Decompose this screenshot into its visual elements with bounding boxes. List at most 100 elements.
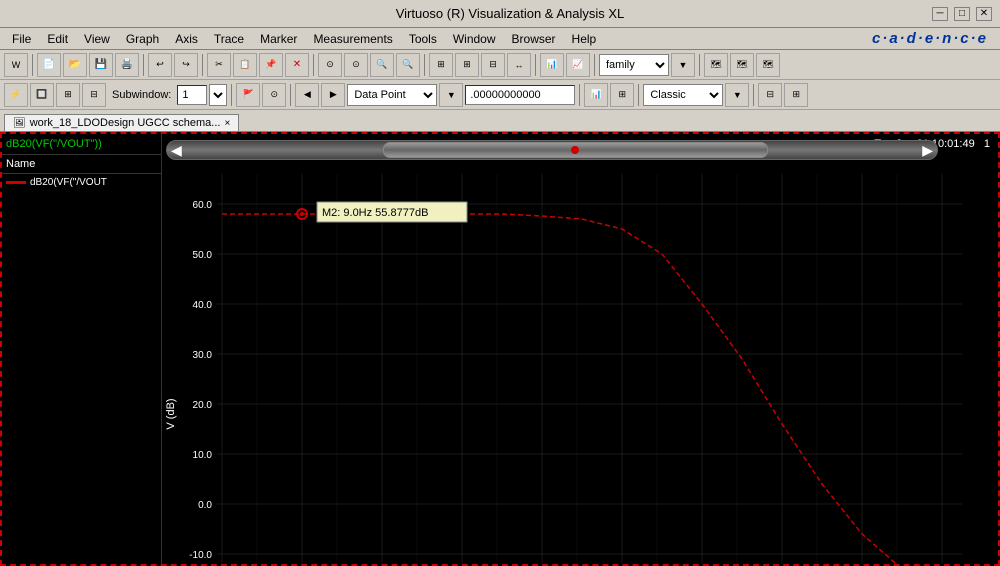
sep-7 xyxy=(594,54,595,76)
main-tab[interactable]: 🖼 work_18_LDODesign UGCC schema... × xyxy=(4,114,239,131)
legend-color-swatch xyxy=(6,181,26,184)
tb-icon-13[interactable]: ⊙ xyxy=(344,53,368,77)
tb-icon-15[interactable]: 🔍 xyxy=(396,53,420,77)
datapoint-select[interactable]: Data Point xyxy=(347,84,437,106)
family-select[interactable]: family xyxy=(599,54,669,76)
tb-icon-18[interactable]: ⊟ xyxy=(481,53,505,77)
classic-select[interactable]: Classic xyxy=(643,84,723,106)
legend-header: Name xyxy=(2,155,161,174)
menu-help[interactable]: Help xyxy=(564,30,605,48)
tb-icon-22[interactable]: 🗺 xyxy=(704,53,728,77)
tb-icon-2[interactable]: 📄 xyxy=(37,53,61,77)
sep2-3 xyxy=(579,84,580,106)
menu-measurements[interactable]: Measurements xyxy=(305,30,400,48)
plot-area: Tue Jun 21 10:01:49 1 ◀ ▶ xyxy=(162,134,998,564)
tb2-icon-7[interactable]: ◀ xyxy=(295,83,319,107)
legend-panel: dB20(VF("/VOUT")) Name dB20(VF("/VOUT xyxy=(2,134,162,564)
sep-1 xyxy=(32,54,33,76)
tb-icon-8[interactable]: ✂ xyxy=(207,53,231,77)
tb2-icon-4[interactable]: ⊟ xyxy=(82,83,106,107)
sep-2 xyxy=(143,54,144,76)
scroll-left-arrow[interactable]: ◀ xyxy=(171,142,182,159)
tb-icon-7[interactable]: ↪ xyxy=(174,53,198,77)
subwindow-input[interactable] xyxy=(177,85,207,105)
svg-text:0.0: 0.0 xyxy=(198,500,212,511)
menu-file[interactable]: File xyxy=(4,30,39,48)
tb-icon-4[interactable]: 💾 xyxy=(89,53,113,77)
tb-icon-6[interactable]: ↩ xyxy=(148,53,172,77)
tb2-classic-btn[interactable]: ▼ xyxy=(725,83,749,107)
tb-icon-16[interactable]: ⊞ xyxy=(429,53,453,77)
tb2-icon-10[interactable]: ⊞ xyxy=(610,83,634,107)
maximize-button[interactable]: □ xyxy=(954,7,970,21)
menu-tools[interactable]: Tools xyxy=(401,30,445,48)
svg-text:50.0: 50.0 xyxy=(193,250,213,261)
tb-icon-14[interactable]: 🔍 xyxy=(370,53,394,77)
svg-text:30.0: 30.0 xyxy=(193,350,213,361)
sep-5 xyxy=(424,54,425,76)
tb2-icon-11[interactable]: ⊟ xyxy=(758,83,782,107)
tab-close-button[interactable]: × xyxy=(224,118,230,129)
tb-icon-10[interactable]: 📌 xyxy=(259,53,283,77)
subwindow-label: Subwindow: xyxy=(108,89,175,101)
frequency-plot: 60.0 50.0 40.0 30.0 20.0 10.0 0.0 -10.0 … xyxy=(162,164,998,564)
close-button[interactable]: ✕ xyxy=(976,7,992,21)
coord-input[interactable] xyxy=(465,85,575,105)
scrollbar-thumb[interactable] xyxy=(383,142,768,158)
tb-icon-5[interactable]: 🖨️ xyxy=(115,53,139,77)
sep-6 xyxy=(535,54,536,76)
tb2-datapoint-btn[interactable]: ▼ xyxy=(439,83,463,107)
menu-edit[interactable]: Edit xyxy=(39,30,76,48)
tb-icon-12[interactable]: ⊙ xyxy=(318,53,342,77)
app-title: Virtuoso (R) Visualization & Analysis XL xyxy=(88,6,932,21)
sep-3 xyxy=(202,54,203,76)
cadence-logo: c·a·d·e·n·c·e xyxy=(872,30,996,48)
svg-text:20.0: 20.0 xyxy=(193,400,213,411)
tb-icon-23[interactable]: 🗺 xyxy=(730,53,754,77)
tb-icon-21[interactable]: 📈 xyxy=(566,53,590,77)
tb2-icon-8[interactable]: ▶ xyxy=(321,83,345,107)
tb-icon-19[interactable]: ↔ xyxy=(507,53,531,77)
subwindow-select[interactable]: ▼ xyxy=(209,84,227,106)
sep2-5 xyxy=(753,84,754,106)
tb-icon-11[interactable]: ✕ xyxy=(285,53,309,77)
menu-graph[interactable]: Graph xyxy=(118,30,167,48)
menu-axis[interactable]: Axis xyxy=(167,30,206,48)
tb2-icon-6[interactable]: ⊙ xyxy=(262,83,286,107)
legend-item-label: dB20(VF("/VOUT xyxy=(30,177,107,188)
menu-view[interactable]: View xyxy=(76,30,118,48)
tb2-icon-1[interactable]: ⚡ xyxy=(4,83,28,107)
tb2-icon-5[interactable]: 🚩 xyxy=(236,83,260,107)
menu-window[interactable]: Window xyxy=(445,30,504,48)
tb2-icon-2[interactable]: 🔲 xyxy=(30,83,54,107)
title-bar: Virtuoso (R) Visualization & Analysis XL… xyxy=(0,0,1000,28)
menu-browser[interactable]: Browser xyxy=(504,30,564,48)
tb-icon-24[interactable]: 🗺 xyxy=(756,53,780,77)
toolbar-1: W 📄 📂 💾 🖨️ ↩ ↪ ✂ 📋 📌 ✕ ⊙ ⊙ 🔍 🔍 ⊞ ⊞ ⊟ ↔ 📊… xyxy=(0,50,1000,80)
minimize-button[interactable]: ─ xyxy=(932,7,948,21)
tab-bar: 🖼 work_18_LDODesign UGCC schema... × xyxy=(0,110,1000,132)
toolbar-2: ⚡ 🔲 ⊞ ⊟ Subwindow: ▼ 🚩 ⊙ ◀ ▶ Data Point … xyxy=(0,80,1000,110)
tb-family-btn[interactable]: ▼ xyxy=(671,53,695,77)
menu-trace[interactable]: Trace xyxy=(206,30,252,48)
svg-text:40.0: 40.0 xyxy=(193,300,213,311)
sep2-2 xyxy=(290,84,291,106)
tb-icon-17[interactable]: ⊞ xyxy=(455,53,479,77)
svg-text:-10.0: -10.0 xyxy=(189,550,212,561)
tb2-icon-12[interactable]: ⊞ xyxy=(784,83,808,107)
scroll-right-arrow[interactable]: ▶ xyxy=(922,142,933,159)
menu-marker[interactable]: Marker xyxy=(252,30,305,48)
tb-icon-1[interactable]: W xyxy=(4,53,28,77)
sep-4 xyxy=(313,54,314,76)
sep2-1 xyxy=(231,84,232,106)
menu-bar: File Edit View Graph Axis Trace Marker M… xyxy=(0,28,1000,50)
tb2-icon-3[interactable]: ⊞ xyxy=(56,83,80,107)
plot-scrollbar[interactable]: ◀ ▶ xyxy=(166,140,938,160)
svg-text:M2: 9.0Hz 55.8777dB: M2: 9.0Hz 55.8777dB xyxy=(322,207,428,219)
tb2-icon-9[interactable]: 📊 xyxy=(584,83,608,107)
tb-icon-3[interactable]: 📂 xyxy=(63,53,87,77)
tb-icon-9[interactable]: 📋 xyxy=(233,53,257,77)
tb-icon-20[interactable]: 📊 xyxy=(540,53,564,77)
window-controls[interactable]: ─ □ ✕ xyxy=(932,7,992,21)
plot-equation: dB20(VF("/VOUT")) xyxy=(2,134,161,155)
